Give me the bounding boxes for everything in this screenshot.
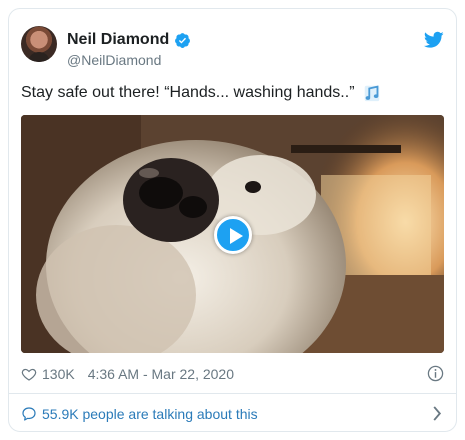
play-button[interactable] [214, 216, 252, 254]
heart-icon[interactable] [21, 366, 37, 382]
tweet-header: Neil Diamond @NeilDiamond [9, 9, 456, 73]
like-count[interactable]: 130K [42, 366, 75, 382]
author-name[interactable]: Neil Diamond [67, 31, 169, 49]
video-media[interactable] [21, 115, 444, 353]
twitter-bird-icon[interactable] [424, 31, 444, 49]
verified-badge-icon [175, 32, 191, 48]
chevron-right-icon[interactable] [432, 406, 442, 421]
author-handle[interactable]: @NeilDiamond [67, 52, 161, 68]
tweet-text: Stay safe out there! “Hands... washing h… [21, 83, 441, 103]
info-icon[interactable] [427, 365, 444, 382]
author-name-row[interactable]: Neil Diamond [67, 31, 191, 49]
tweet-card[interactable]: Neil Diamond @NeilDiamond Stay safe out … [8, 8, 457, 432]
talking-about-text[interactable]: 55.9K people are talking about this [42, 406, 258, 422]
timestamp[interactable]: 4:36 AM - Mar 22, 2020 [88, 366, 234, 382]
conversation-link[interactable]: 55.9K people are talking about this [9, 394, 456, 431]
avatar[interactable] [21, 26, 57, 62]
tweet-body: Stay safe out there! “Hands... washing h… [21, 84, 355, 101]
musical-notes-icon [364, 85, 379, 102]
tweet-meta: 130K 4:36 AM - Mar 22, 2020 [21, 364, 446, 384]
speech-bubble-icon [22, 406, 36, 421]
